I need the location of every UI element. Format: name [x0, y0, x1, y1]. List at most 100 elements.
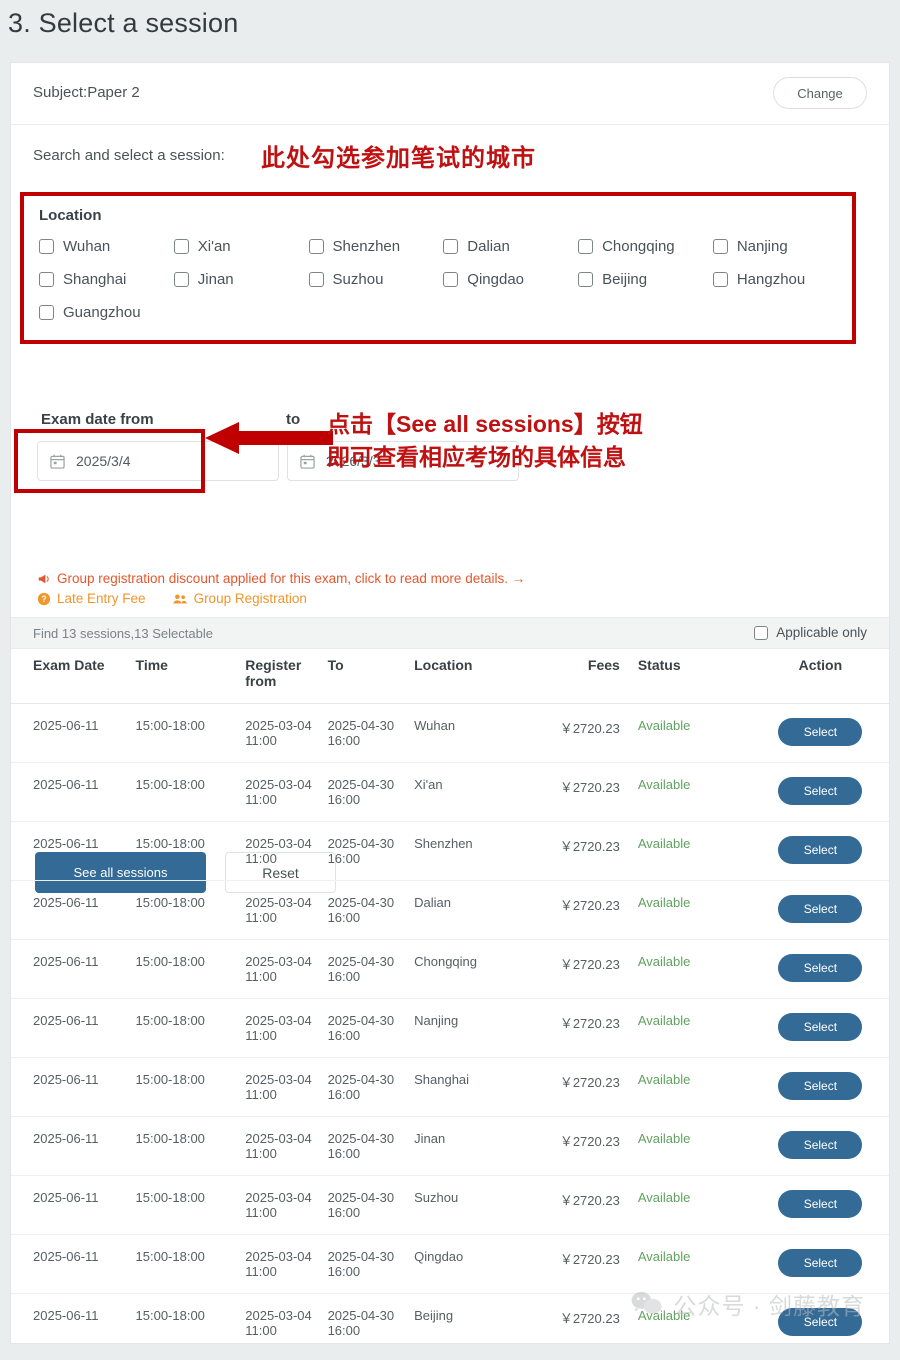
applicable-only-checkbox[interactable]	[754, 625, 769, 640]
status-badge: Available	[637, 836, 691, 851]
location-option-label: Nanjing	[736, 238, 788, 255]
search-session-label: Search and select a session:	[33, 147, 225, 164]
status-badge: Available	[637, 1013, 691, 1028]
location-checkbox[interactable]	[308, 239, 324, 254]
cell-time: 15:00-18:00	[135, 1293, 246, 1343]
location-option-shenzhen[interactable]: Shenzhen	[308, 238, 444, 255]
col-exam-date: Exam Date	[11, 649, 136, 704]
location-option-shanghai[interactable]: Shanghai	[39, 271, 174, 288]
select-session-button[interactable]: Select	[778, 1131, 863, 1159]
table-row: 2025-06-11 15:00-18:00 2025-03-04 11:00 202…	[11, 1116, 889, 1176]
cell-fees: ￥2720.23	[540, 1234, 638, 1294]
cell-fees: ￥2720.23	[540, 998, 638, 1058]
select-session-button[interactable]: Select	[778, 777, 863, 805]
location-filter: Location Wuhan Xi'an Shenzhen Dalian Chongqi…	[21, 193, 866, 351]
select-session-button[interactable]: Select	[778, 836, 863, 864]
cell-register-from: 2025-03-04 11:00	[245, 1293, 328, 1343]
location-checkbox[interactable]	[443, 239, 459, 254]
table-row: 2025-06-11 15:00-18:00 2025-03-04 11:00 202…	[11, 762, 889, 822]
location-checkbox[interactable]	[173, 272, 189, 287]
location-option-dalian[interactable]: Dalian	[443, 238, 578, 255]
location-option-label: Hangzhou	[736, 271, 806, 288]
cell-location: Qingdao	[414, 1234, 541, 1294]
location-option-label: Wuhan	[63, 238, 111, 255]
cell-register-from: 2025-03-04 11:00	[245, 762, 328, 822]
location-checkbox[interactable]	[39, 272, 54, 287]
cell-time: 15:00-18:00	[135, 880, 246, 940]
svg-text:?: ?	[41, 594, 46, 604]
status-badge: Available	[637, 1131, 691, 1146]
location-checkbox[interactable]	[712, 239, 728, 254]
applicable-only-toggle[interactable]: Applicable only	[754, 625, 867, 640]
cell-location: Beijing	[414, 1293, 541, 1343]
table-row: 2025-06-11 15:00-18:00 2025-03-04 11:00 202…	[11, 880, 889, 940]
cell-time: 15:00-18:00	[135, 762, 246, 822]
select-session-button[interactable]: Select	[778, 1072, 863, 1100]
cell-exam-date: 2025-06-11	[11, 762, 136, 822]
subject-row: Subject:Paper 2 Change	[11, 63, 889, 125]
select-session-button[interactable]: Select	[778, 1190, 863, 1218]
annotation-arrow	[205, 418, 335, 458]
location-option-suzhou[interactable]: Suzhou	[308, 271, 444, 288]
cell-location: Suzhou	[414, 1175, 541, 1235]
cell-to: 2025-04-30 16:00	[327, 1175, 415, 1235]
cell-register-from: 2025-03-04 11:00	[245, 998, 328, 1058]
table-row: 2025-06-11 15:00-18:00 2025-03-04 11:00 202…	[11, 821, 889, 881]
select-session-button[interactable]: Select	[778, 1308, 863, 1336]
page-title: 3. Select a session	[8, 8, 239, 38]
cell-register-from: 2025-03-04 11:00	[245, 821, 328, 881]
location-checkbox[interactable]	[173, 239, 189, 254]
location-checkbox[interactable]	[578, 239, 594, 254]
cell-exam-date: 2025-06-11	[11, 939, 136, 999]
change-button[interactable]: Change	[773, 77, 867, 109]
cell-location: Shanghai	[414, 1057, 541, 1117]
location-option-chongqing[interactable]: Chongqing	[578, 238, 713, 255]
sessions-table-wrapper: Exam Date Time Register from To Location…	[11, 649, 889, 1343]
location-option-hangzhou[interactable]: Hangzhou	[712, 271, 848, 288]
cell-location: Chongqing	[414, 939, 541, 999]
location-checkbox[interactable]	[39, 239, 54, 254]
group-discount-notice[interactable]: Group registration discount applied for …	[37, 571, 525, 586]
cell-time: 15:00-18:00	[135, 1234, 246, 1294]
status-badge: Available	[637, 954, 691, 969]
status-badge: Available	[637, 1308, 691, 1323]
location-checkbox[interactable]	[712, 272, 728, 287]
annotation-select-city: 此处勾选参加笔试的城市	[261, 145, 536, 172]
exam-date-from-label: Exam date from	[41, 411, 154, 428]
cell-to: 2025-04-30 16:00	[327, 1293, 415, 1343]
location-option-wuhan[interactable]: Wuhan	[39, 238, 174, 255]
status-badge: Available	[637, 1190, 691, 1205]
location-checkbox[interactable]	[443, 272, 459, 287]
annotation-see-all-sessions-text: 点击【See all sessions】按钮 即可查看相应考场的具体信息	[327, 408, 643, 474]
select-session-button[interactable]: Select	[778, 1013, 863, 1041]
cell-time: 15:00-18:00	[135, 821, 246, 881]
select-session-button[interactable]: Select	[778, 1249, 863, 1277]
location-option-xian[interactable]: Xi'an	[173, 238, 309, 255]
location-option-beijing[interactable]: Beijing	[578, 271, 713, 288]
table-row: 2025-06-11 15:00-18:00 2025-03-04 11:00 202…	[11, 1175, 889, 1235]
location-option-nanjing[interactable]: Nanjing	[712, 238, 848, 255]
table-row: 2025-06-11 15:00-18:00 2025-03-04 11:00 202…	[11, 1057, 889, 1117]
location-option-jinan[interactable]: Jinan	[173, 271, 309, 288]
cell-fees: ￥2720.23	[540, 1293, 638, 1343]
location-filter-title: Location	[39, 207, 102, 224]
status-badge: Available	[637, 1072, 691, 1087]
location-checkbox[interactable]	[39, 305, 54, 320]
cell-fees: ￥2720.23	[540, 821, 638, 881]
table-row: 2025-06-11 15:00-18:00 2025-03-04 11:00 202…	[11, 1293, 889, 1343]
select-session-button[interactable]: Select	[778, 954, 863, 982]
select-session-button[interactable]: Select	[778, 895, 863, 923]
location-option-label: Jinan	[197, 271, 234, 288]
location-option-qingdao[interactable]: Qingdao	[443, 271, 578, 288]
exam-date-from-value: 2025/3/4	[76, 453, 131, 469]
select-session-button[interactable]: Select	[778, 718, 863, 746]
cell-location: Jinan	[414, 1116, 541, 1176]
status-badge: Available	[637, 718, 691, 733]
cell-fees: ￥2720.23	[540, 703, 638, 763]
location-checkbox[interactable]	[308, 272, 324, 287]
cell-fees: ￥2720.23	[540, 880, 638, 940]
location-checkbox[interactable]	[578, 272, 594, 287]
location-option-guangzhou[interactable]: Guangzhou	[39, 304, 174, 321]
cell-register-from: 2025-03-04 11:00	[245, 939, 328, 999]
cell-time: 15:00-18:00	[135, 939, 246, 999]
